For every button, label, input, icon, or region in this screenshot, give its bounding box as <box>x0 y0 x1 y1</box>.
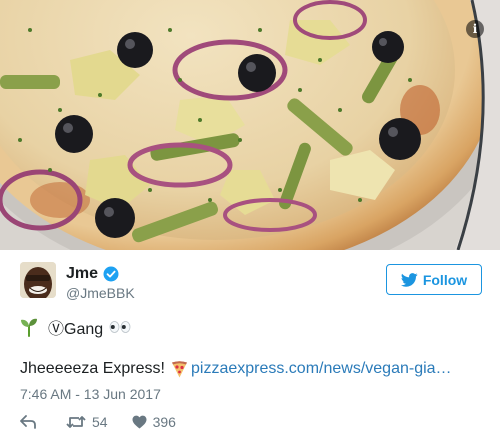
tweet-actions: 54 396 <box>20 412 200 432</box>
author-display-name[interactable]: Jme <box>66 265 98 283</box>
eyes-icon <box>109 321 131 333</box>
pizza-icon <box>171 360 187 377</box>
tweet-card: i Jme @JmeBBK Follow ⓋGang Jheeeeeza Exp… <box>0 0 500 447</box>
follow-button[interactable]: Follow <box>386 264 482 295</box>
tweet-text-line-2: Jheeeeeza Express! pizzaexpress.com/news… <box>20 360 452 378</box>
pizza-photo <box>0 0 500 250</box>
retweet-button[interactable]: 54 <box>66 414 108 430</box>
author-handle[interactable]: @JmeBBK <box>66 285 135 301</box>
verified-badge-icon <box>103 266 119 282</box>
avatar[interactable] <box>20 262 56 298</box>
article-link[interactable]: pizzaexpress.com/news/vegan-gia… <box>191 360 452 378</box>
like-count: 396 <box>152 414 176 430</box>
retweet-icon <box>66 416 86 428</box>
tweet-timestamp[interactable]: 7:46 AM - 13 Jun 2017 <box>20 386 161 402</box>
author-name-row: Jme <box>66 265 119 283</box>
sprout-icon <box>21 318 37 337</box>
tweet-header: Jme @JmeBBK Follow <box>20 262 482 302</box>
avatar-image <box>20 262 56 298</box>
tweet-photo[interactable]: i <box>0 0 500 250</box>
info-icon[interactable]: i <box>466 20 484 38</box>
tweet-text-line-1: ⓋGang <box>20 315 131 339</box>
heart-icon <box>132 415 147 429</box>
vgang-text: ⓋGang <box>48 321 104 338</box>
like-button[interactable]: 396 <box>132 414 176 430</box>
tweet-text: Jheeeeeza Express! <box>20 360 165 377</box>
retweet-count: 54 <box>92 414 108 430</box>
twitter-bird-icon <box>400 272 418 287</box>
follow-label: Follow <box>422 271 468 288</box>
reply-button[interactable] <box>20 415 42 429</box>
reply-icon <box>20 415 36 429</box>
